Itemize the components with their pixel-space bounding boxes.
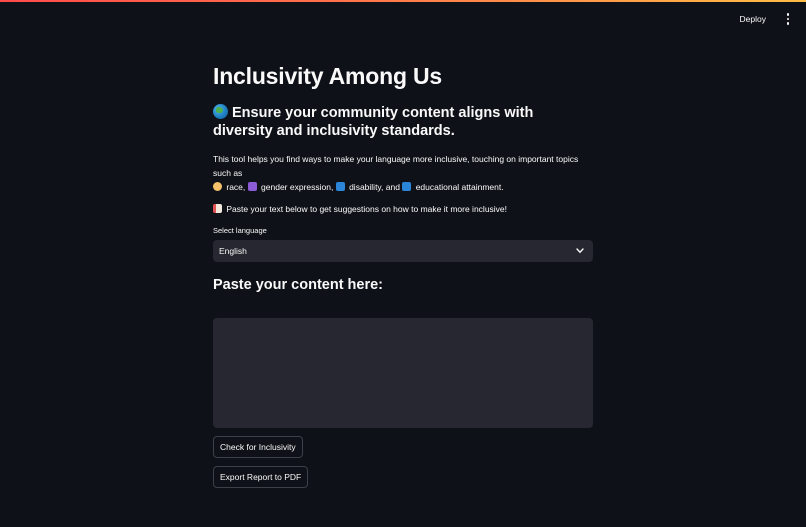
app-header: Deploy xyxy=(734,10,794,28)
handshake-icon xyxy=(213,182,222,191)
instruction-label: Paste your text below to get suggestions… xyxy=(226,204,508,214)
globe-icon xyxy=(213,104,228,119)
deploy-button[interactable]: Deploy xyxy=(734,10,772,28)
topic-race: race, xyxy=(226,182,246,192)
page-icon xyxy=(213,204,222,213)
education-icon xyxy=(402,182,412,191)
description-text: This tool helps you find ways to make yo… xyxy=(213,154,579,178)
more-vertical-icon[interactable] xyxy=(782,11,794,27)
language-select[interactable]: English xyxy=(213,240,593,262)
tool-description: This tool helps you find ways to make yo… xyxy=(213,152,593,194)
export-pdf-button[interactable]: Export Report to PDF xyxy=(213,466,309,488)
language-select-value: English xyxy=(219,246,247,256)
content-section-title: Paste your content here: xyxy=(213,277,384,293)
top-decoration-bar xyxy=(0,0,806,2)
main-content: Inclusivity Among Us Ensure your communi… xyxy=(213,60,593,496)
subheader-text: Ensure your community content aligns wit… xyxy=(213,105,534,139)
chevron-down-icon xyxy=(575,246,585,256)
instruction-text: Paste your text below to get suggestions… xyxy=(213,202,593,216)
topic-gender: gender expression, xyxy=(261,182,334,192)
accessibility-icon xyxy=(335,182,345,191)
language-select-label: Select language xyxy=(213,226,267,235)
topic-education: educational attainment. xyxy=(415,182,504,192)
page-subheader: Ensure your community content aligns wit… xyxy=(213,104,593,140)
page-title: Inclusivity Among Us xyxy=(213,63,443,89)
check-inclusivity-button[interactable]: Check for Inclusivity xyxy=(213,436,303,458)
content-textarea[interactable] xyxy=(213,318,593,428)
gender-icon xyxy=(247,182,257,191)
topic-disability: disability, and xyxy=(349,182,400,192)
